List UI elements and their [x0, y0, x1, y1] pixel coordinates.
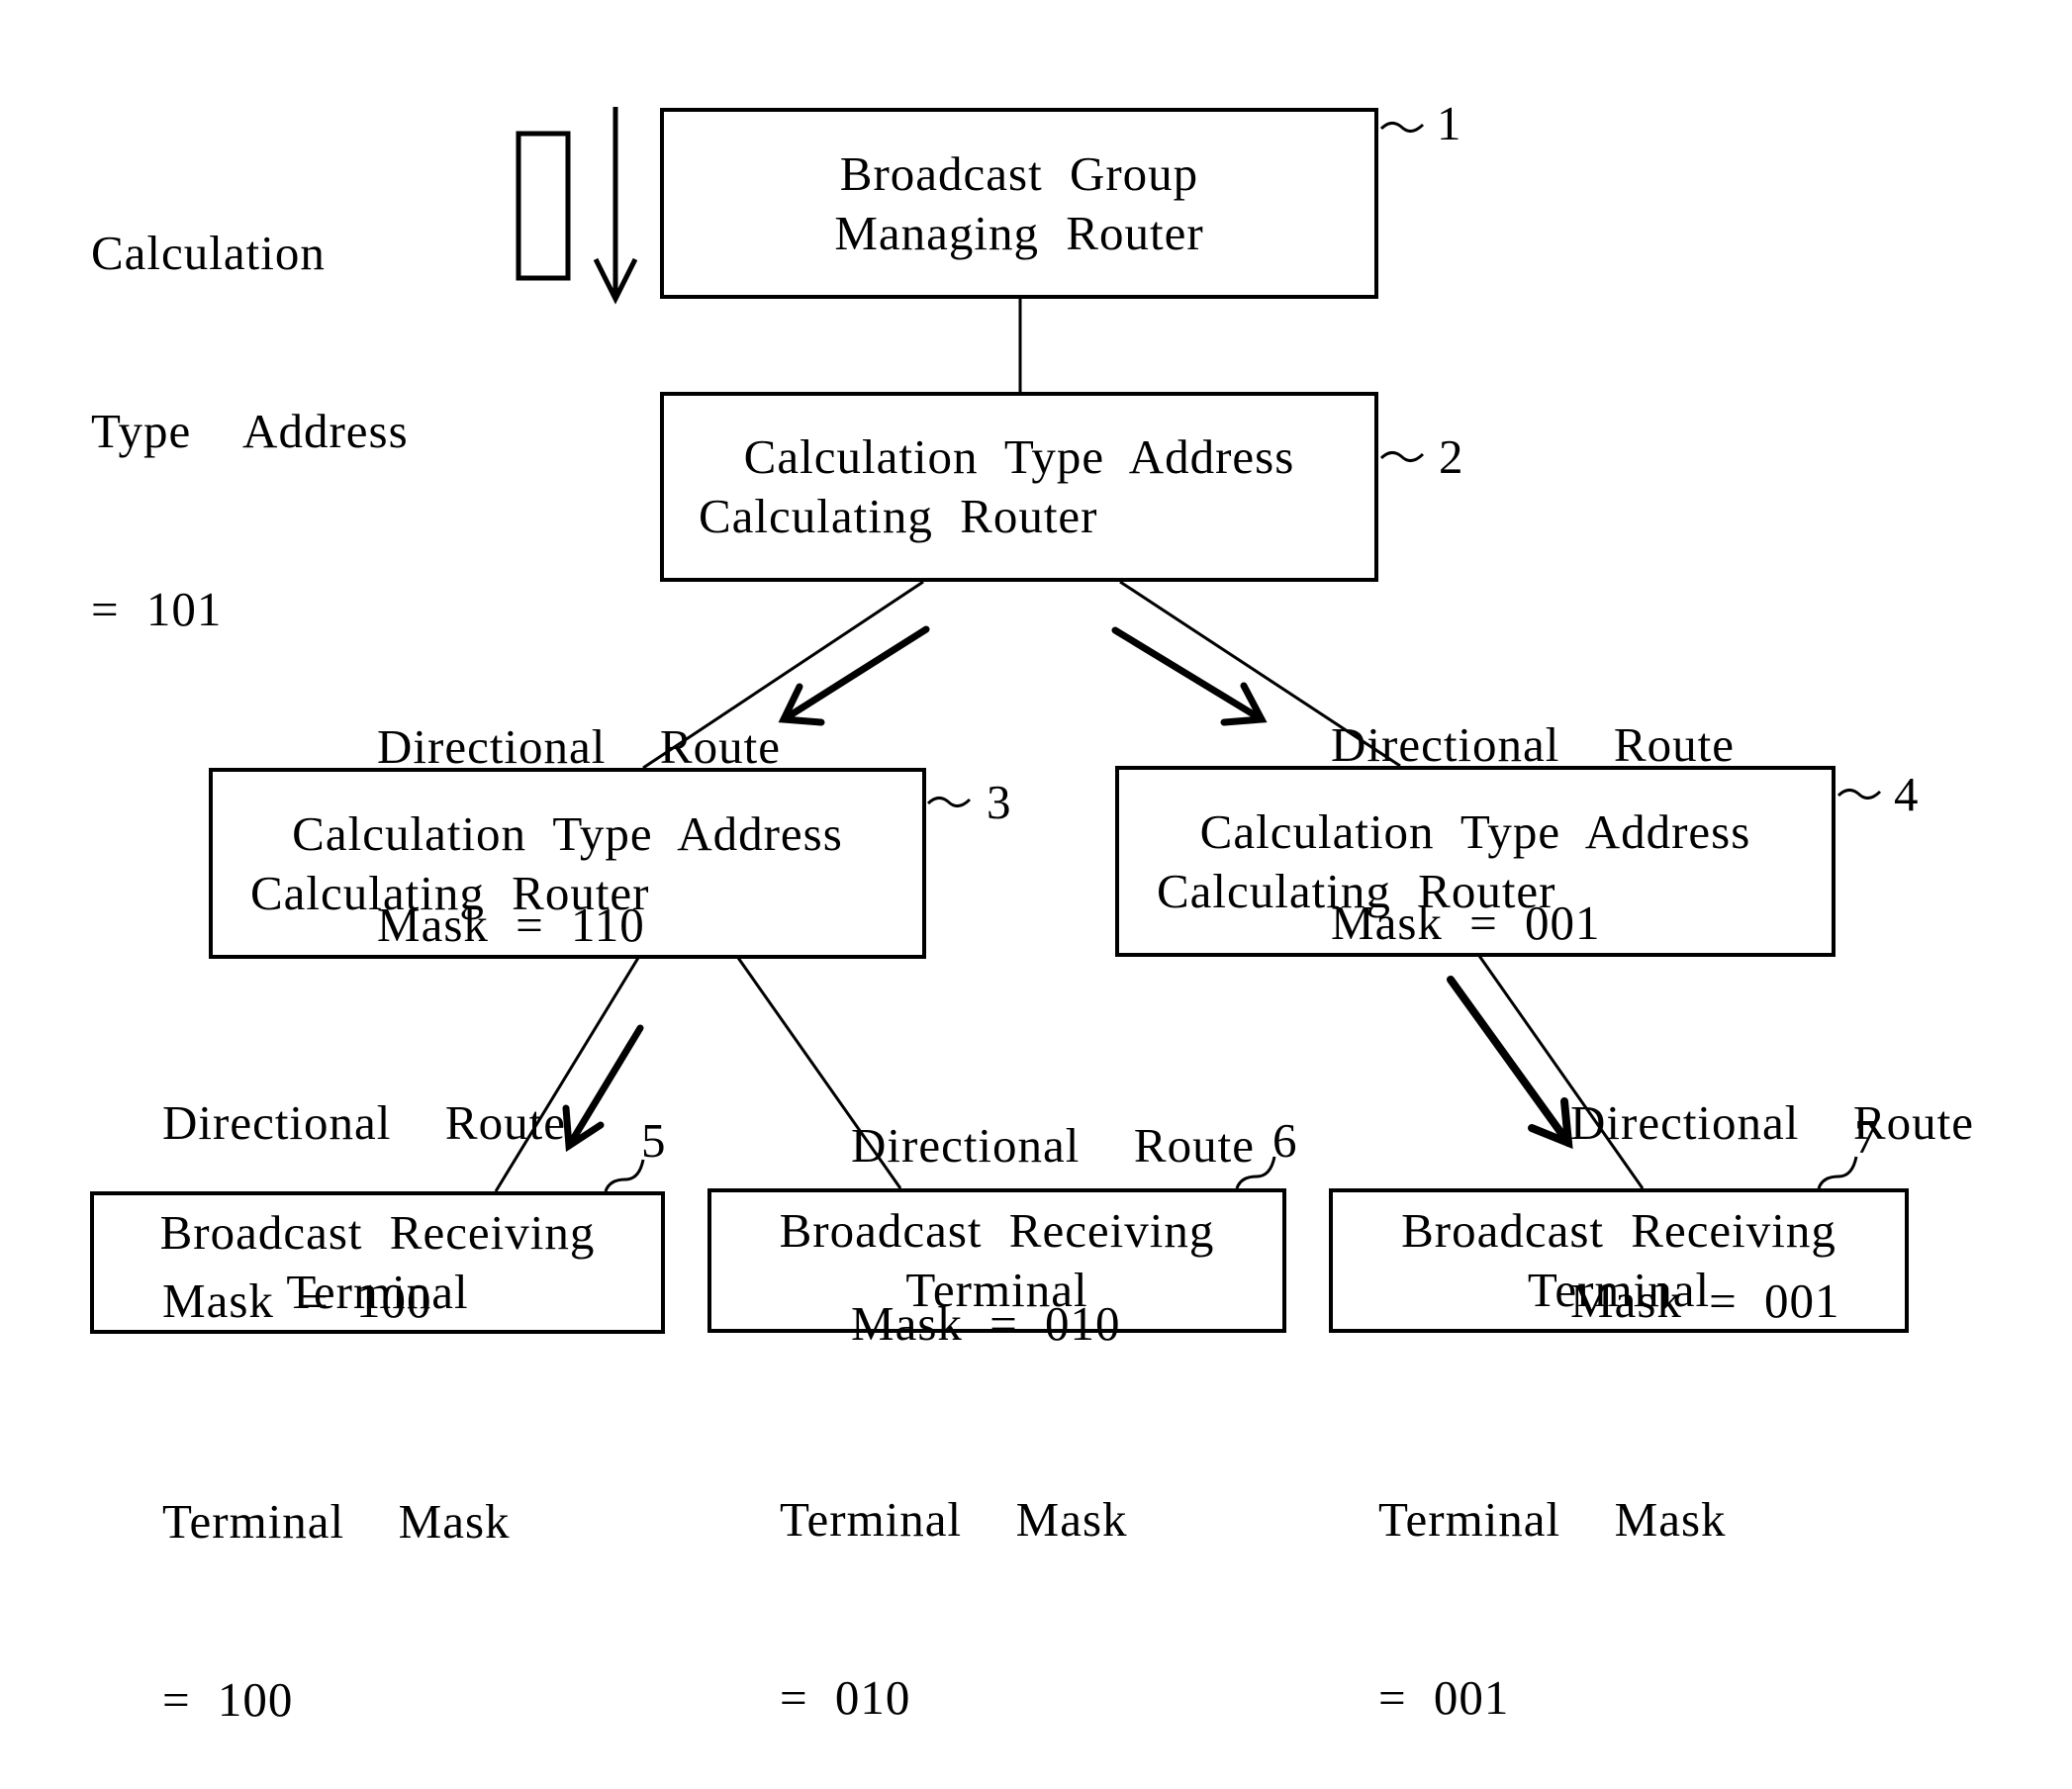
route-label-line2: Mask = 100 [162, 1273, 432, 1328]
node-2-line1: Calculation Type Address [743, 429, 1295, 484]
ref-leader-5 [604, 1159, 645, 1192]
ref-leader-3 [926, 797, 972, 807]
ref-number-3: 3 [987, 775, 1011, 829]
node-2-calculating-router: Calculation Type Address Calculating Rou… [660, 392, 1378, 582]
input-label-line1: Calculation [91, 226, 326, 280]
route-label-line1: Directional Route [851, 1118, 1255, 1173]
ref-number-6: 6 [1272, 1113, 1297, 1168]
terminal-mask-line1: Terminal Mask [780, 1492, 1128, 1547]
down-arrow-icon [593, 107, 638, 305]
ref-number-5: 5 [641, 1113, 666, 1168]
route-label-2-3: Directional Route Mask = 110 [377, 599, 781, 1014]
input-label-line2: Type Address [91, 404, 409, 458]
terminal-mask-line2: = 010 [780, 1670, 911, 1725]
terminal-mask-line1: Terminal Mask [1378, 1492, 1727, 1547]
terminal-mask-line2: = 100 [162, 1672, 294, 1727]
ref-leader-4 [1837, 789, 1882, 800]
arrow-to-4-icon [1111, 626, 1268, 726]
route-label-line1: Directional Route [1570, 1095, 1974, 1150]
route-label-line1: Directional Route [377, 719, 781, 774]
input-label-line3: = 101 [91, 582, 223, 636]
arrow-to-5-icon [562, 1024, 644, 1153]
terminal-mask-5: Terminal Mask = 100 [162, 1373, 511, 1789]
terminal-mask-6: Terminal Mask = 010 [780, 1371, 1128, 1787]
route-label-line2: Mask = 110 [377, 897, 645, 952]
ref-number-2: 2 [1439, 429, 1463, 484]
route-label-3-6: Directional Route Mask = 010 [851, 997, 1255, 1413]
terminal-mask-7: Terminal Mask = 001 [1378, 1371, 1727, 1787]
node-1-broadcast-group-managing-router: Broadcast Group Managing Router [660, 108, 1378, 299]
node-1-line1: Broadcast Group [839, 145, 1199, 201]
ref-number-1: 1 [1437, 96, 1461, 150]
node-2-line2: Calculating Router [699, 489, 1098, 543]
node-1-line2: Managing Router [834, 205, 1204, 260]
terminal-mask-line2: = 001 [1378, 1670, 1510, 1725]
terminal-mask-line1: Terminal Mask [162, 1494, 511, 1549]
ref-leader-1 [1379, 122, 1425, 133]
ref-number-4: 4 [1894, 767, 1919, 821]
ref-leader-2 [1379, 451, 1425, 462]
input-label: Calculation Type Address = 101 [91, 105, 409, 699]
route-label-4-7: Directional Route Mask = 001 [1570, 975, 1974, 1390]
packet-icon [516, 131, 571, 281]
route-label-line1: Directional Route [1331, 717, 1735, 772]
route-label-line1: Directional Route [162, 1095, 566, 1150]
route-label-line2: Mask = 001 [1570, 1273, 1840, 1328]
arrow-to-3-icon [778, 625, 930, 726]
route-label-line2: Mask = 001 [1331, 895, 1601, 950]
route-label-2-4: Directional Route Mask = 001 [1331, 597, 1735, 1012]
route-label-line2: Mask = 010 [851, 1296, 1121, 1351]
route-label-3-5: Directional Route Mask = 100 [162, 975, 566, 1390]
